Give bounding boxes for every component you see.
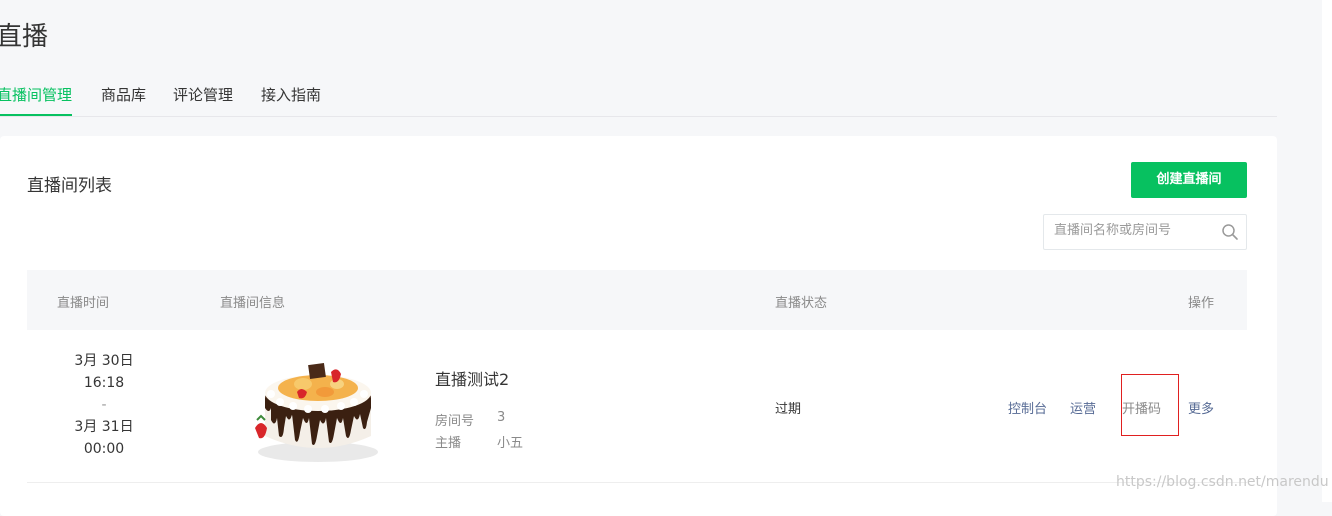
cake-image: [253, 348, 383, 463]
start-time: 16:18: [83, 375, 125, 391]
operations-link[interactable]: 运营: [1070, 398, 1096, 417]
tab-comment-management[interactable]: 评论管理: [173, 84, 233, 105]
start-code-link[interactable]: 开播码: [1122, 398, 1161, 417]
create-live-room-button[interactable]: 创建直播间: [1131, 162, 1247, 198]
page-edge: [1322, 0, 1332, 502]
tab-live-room-management[interactable]: 直播间管理: [0, 84, 73, 116]
search-input[interactable]: [1054, 223, 1214, 238]
tab-product-library[interactable]: 商品库: [101, 84, 146, 105]
console-link[interactable]: 控制台: [1008, 398, 1047, 417]
room-number-label: 房间号: [435, 414, 475, 429]
status-badge: 过期: [775, 402, 802, 417]
page-title: 直播: [0, 22, 49, 52]
more-link[interactable]: 更多: [1188, 398, 1214, 417]
header-room-info: 直播间信息: [220, 296, 286, 311]
tab-integration-guide[interactable]: 接入指南: [261, 84, 321, 105]
start-date: 3月 30日: [74, 353, 134, 369]
card-title: 直播间列表: [27, 176, 112, 196]
table-row: 3月 30日 16:18 - 3月 31日 00:00 直播测试2 房间号 3 …: [27, 330, 1247, 483]
end-date: 3月 31日: [74, 419, 134, 435]
header-live-status: 直播状态: [775, 296, 828, 311]
search-box: [1043, 214, 1247, 250]
search-icon[interactable]: [1221, 223, 1239, 241]
header-actions: 操作: [1188, 296, 1215, 311]
live-time-cell: 3月 30日 16:18 - 3月 31日 00:00: [64, 350, 144, 460]
end-time: 00:00: [83, 441, 125, 457]
watermark: https://blog.csdn.net/marendu: [1116, 474, 1329, 490]
room-number-value: 3: [497, 410, 506, 425]
live-room-list-card: 直播间列表 创建直播间 直播时间 直播间信息 直播状态 操作 3月 30日 16…: [0, 136, 1277, 516]
host-value: 小五: [497, 436, 524, 451]
room-name: 直播测试2: [435, 370, 510, 389]
time-separator: -: [101, 397, 107, 413]
host-label: 主播: [435, 436, 462, 451]
tab-bar: 直播间管理 商品库 评论管理 接入指南: [0, 78, 1277, 117]
header-live-time: 直播时间: [57, 296, 110, 311]
table-header: 直播时间 直播间信息 直播状态 操作: [27, 270, 1247, 330]
